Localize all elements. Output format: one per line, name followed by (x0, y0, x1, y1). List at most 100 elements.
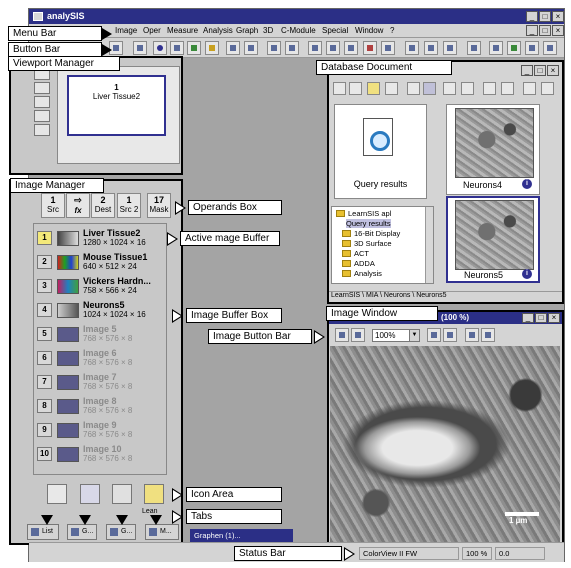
thumbnail-view-icon[interactable] (407, 82, 420, 95)
maximize-button[interactable]: □ (539, 11, 551, 22)
buffer-row-6[interactable]: 6 Image 6 768 × 576 × 8 (37, 348, 163, 369)
graph-icon[interactable] (424, 41, 438, 55)
buffer-row-2[interactable]: 2 Mouse Tissue1 640 × 512 × 24 (37, 252, 163, 273)
print-icon[interactable] (133, 41, 147, 55)
view-icon[interactable] (385, 82, 398, 95)
query-icon[interactable] (483, 82, 496, 95)
trash-icon[interactable] (47, 484, 67, 504)
save-icon[interactable] (501, 82, 514, 95)
buffer-row-9[interactable]: 9 Image 9 768 × 576 × 8 (37, 420, 163, 441)
layout-icon[interactable] (34, 82, 50, 94)
close-button[interactable]: × (552, 11, 564, 22)
operand-fx[interactable]: ⇨ fx (66, 193, 90, 218)
menu-item-special[interactable]: Special (322, 26, 348, 35)
zoom-fit-icon[interactable] (465, 328, 479, 342)
tree-item[interactable]: ACT (342, 249, 369, 258)
operand-mask[interactable]: 17 Mask (147, 193, 171, 218)
snapshot-icon[interactable] (205, 41, 219, 55)
table-icon[interactable] (507, 41, 521, 55)
buffer-row-10[interactable]: 10 Image 10 768 × 576 × 8 (37, 444, 163, 465)
operand-dest[interactable]: 2 Dest (91, 193, 115, 218)
menu-item-image[interactable]: Image (115, 26, 137, 35)
list-view-icon[interactable] (423, 82, 436, 95)
buffer-row-5[interactable]: 5 Image 5 768 × 576 × 8 (37, 324, 163, 345)
operand-src2[interactable]: 1 Src 2 (117, 193, 141, 218)
menu-item-c-module[interactable]: C-Module (281, 26, 316, 35)
tree-item[interactable]: 3D Surface (342, 239, 392, 248)
doc-minimize-button[interactable]: _ (526, 25, 538, 36)
paste-icon[interactable] (244, 41, 258, 55)
grid-icon[interactable] (351, 328, 365, 342)
tab-list[interactable]: List (27, 524, 59, 540)
db-minimize-button[interactable]: _ (521, 65, 533, 76)
menu-item-measure[interactable]: Measure (167, 26, 198, 35)
disk-icon[interactable] (80, 484, 100, 504)
details-icon[interactable] (443, 82, 456, 95)
filter-icon[interactable] (308, 41, 322, 55)
minimized-window[interactable]: Graphen (1)... (190, 529, 293, 543)
tab-graph-1[interactable]: G... (67, 524, 97, 540)
back-icon[interactable] (333, 82, 346, 95)
help-icon[interactable] (543, 41, 557, 55)
buffer-row-1[interactable]: 1 Liver Tissue2 1280 × 1024 × 16 (37, 228, 163, 249)
iw-close-button[interactable]: × (548, 313, 560, 323)
menu-item-3d[interactable]: 3D (263, 26, 273, 35)
menu-item-graph[interactable]: Graph (236, 26, 258, 35)
roi-icon[interactable] (267, 41, 281, 55)
viewport-thumbnail[interactable]: 1 Liver Tissue2 (67, 75, 166, 136)
minimize-button[interactable]: _ (526, 11, 538, 22)
db-close-button[interactable]: × (547, 65, 559, 76)
forward-icon[interactable] (349, 82, 362, 95)
search-icon[interactable] (523, 82, 536, 95)
report-icon[interactable] (489, 41, 503, 55)
export-icon[interactable] (144, 484, 164, 504)
tree-scrollbar[interactable] (425, 207, 433, 283)
delete-icon[interactable] (363, 41, 377, 55)
folder-icon[interactable] (367, 82, 380, 95)
tree-item[interactable]: ADDA (342, 259, 375, 268)
doc-close-button[interactable]: × (552, 25, 564, 36)
info-icon[interactable]: i (522, 179, 532, 189)
viewport-icon[interactable] (335, 328, 349, 342)
iw-maximize-button[interactable]: □ (535, 313, 547, 323)
iw-minimize-button[interactable]: _ (522, 313, 534, 323)
table-icon[interactable] (461, 82, 474, 95)
tree-item[interactable]: Analysis (342, 269, 382, 278)
camera-icon[interactable] (187, 41, 201, 55)
overlay-icon[interactable] (481, 328, 495, 342)
doc-maximize-button[interactable]: □ (539, 25, 551, 36)
bars-icon[interactable] (443, 41, 457, 55)
layout-icon[interactable] (525, 41, 539, 55)
buffer-row-4[interactable]: 4 Neurons5 1024 × 1024 × 16 (37, 300, 163, 321)
info-icon[interactable] (153, 41, 167, 55)
database-icon[interactable] (467, 41, 481, 55)
tree-item-query[interactable]: Query results (346, 219, 391, 228)
menu-item-analysis[interactable]: Analysis (203, 26, 233, 35)
tree-item-root[interactable]: LearnSIS apl (336, 209, 391, 218)
tree-item[interactable]: 16-Bit Display (342, 229, 400, 238)
copy-icon[interactable] (226, 41, 240, 55)
macro-icon[interactable] (405, 41, 419, 55)
menu-item-help[interactable]: ? (390, 26, 394, 35)
menu-item-oper[interactable]: Oper (143, 26, 161, 35)
buffer-row-8[interactable]: 8 Image 8 768 × 576 × 8 (37, 396, 163, 417)
window-icon[interactable] (34, 110, 50, 122)
zoom-in-icon[interactable] (427, 328, 441, 342)
picture-icon[interactable] (34, 124, 50, 136)
particles-icon[interactable] (344, 41, 358, 55)
info-icon[interactable]: i (522, 269, 532, 279)
film-icon[interactable] (326, 41, 340, 55)
printer-icon[interactable] (112, 484, 132, 504)
tab-graph-2[interactable]: G... (106, 524, 136, 540)
menu-item-window[interactable]: Window (355, 26, 383, 35)
zoom-icon[interactable] (34, 96, 50, 108)
select-icon[interactable] (285, 41, 299, 55)
measure-icon[interactable] (381, 41, 395, 55)
pin-icon[interactable] (541, 82, 554, 95)
zoom-select[interactable]: 100% ▼ (372, 329, 420, 342)
operand-src[interactable]: 1 Src (41, 193, 65, 218)
zoom-out-icon[interactable] (443, 328, 457, 342)
buffer-row-7[interactable]: 7 Image 7 768 × 576 × 8 (37, 372, 163, 393)
db-maximize-button[interactable]: □ (534, 65, 546, 76)
tab-macro[interactable]: M... (145, 524, 179, 540)
